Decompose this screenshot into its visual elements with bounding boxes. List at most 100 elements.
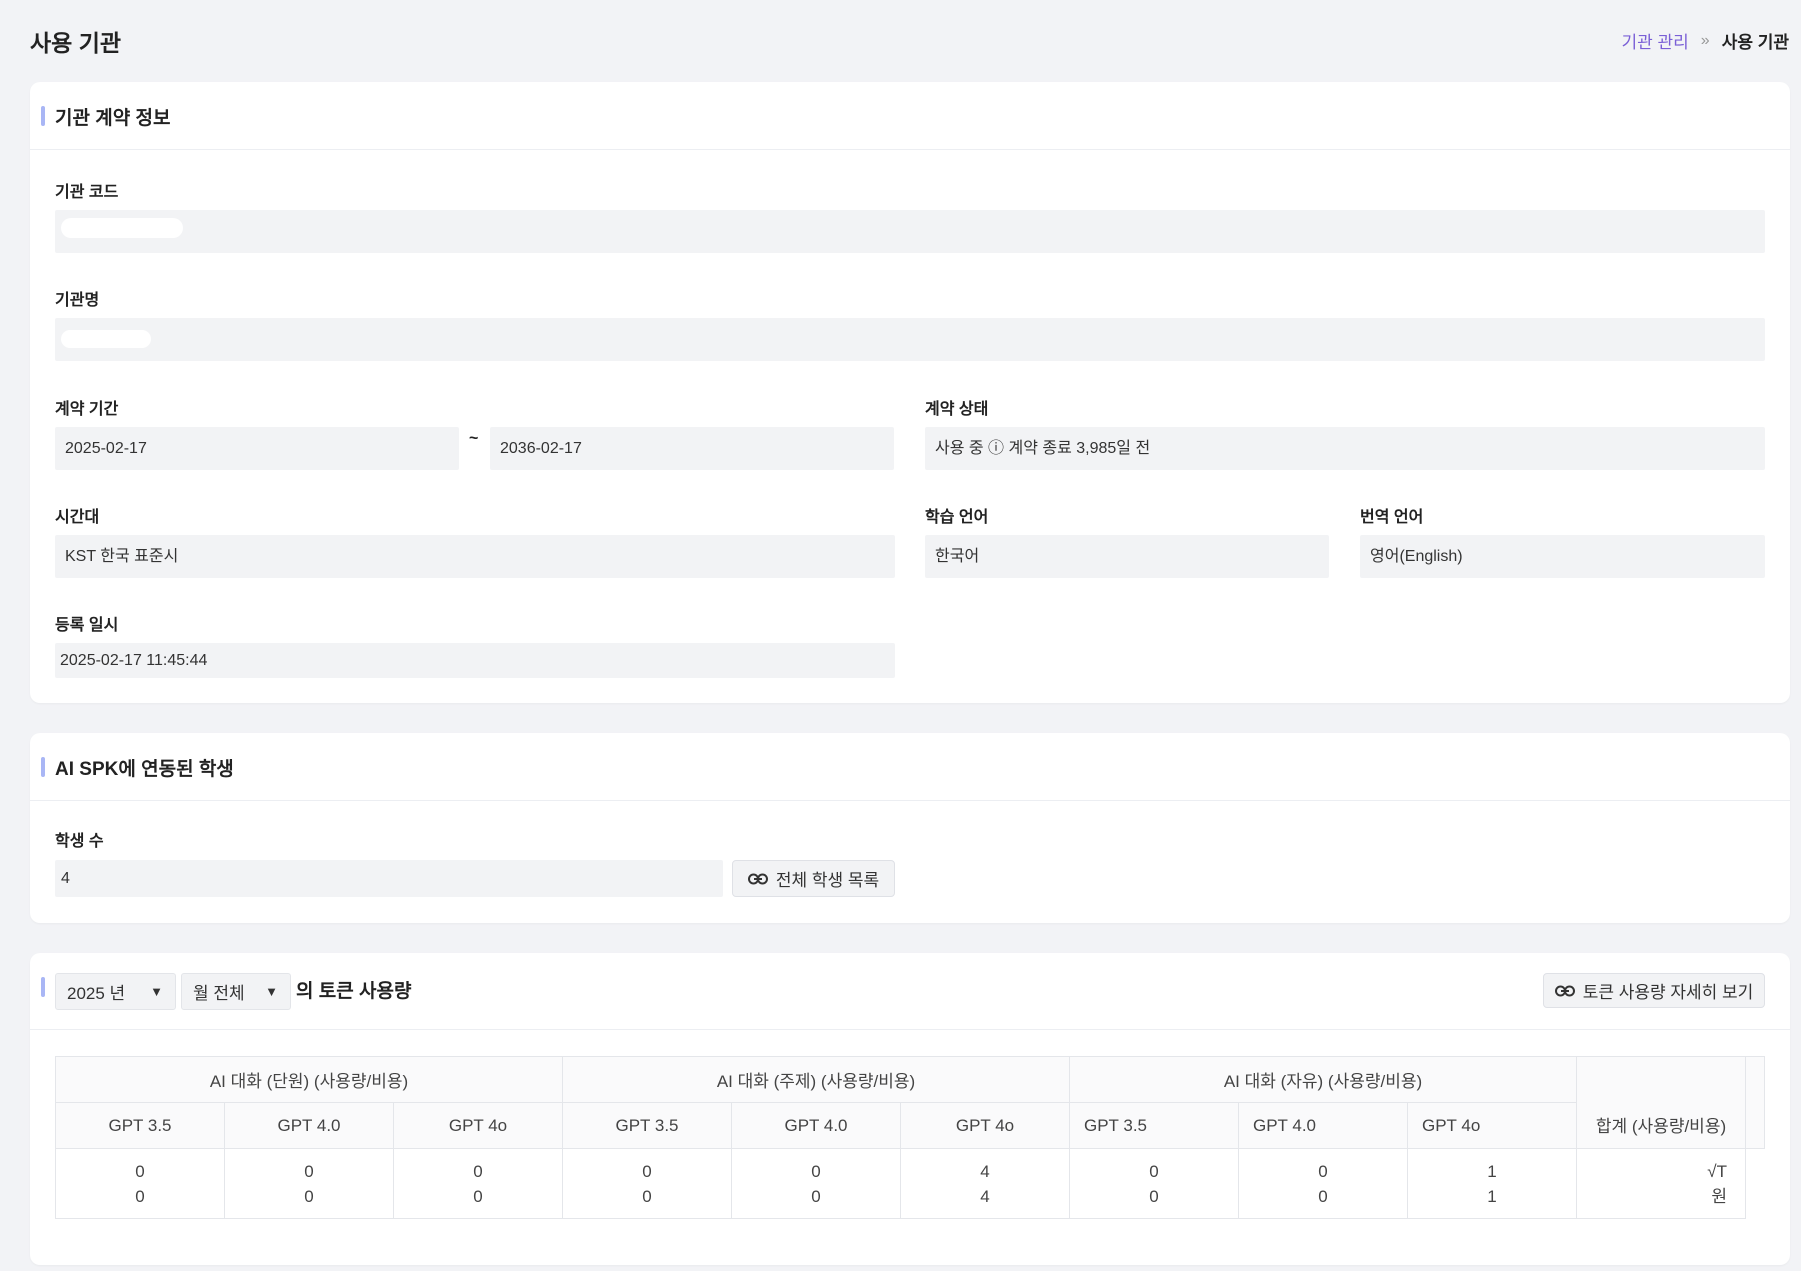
usage-value: 1 <box>1487 1161 1497 1181</box>
breadcrumb-separator: » <box>1700 31 1710 49</box>
cost-value: 4 <box>980 1186 990 1206</box>
cost-value: 0 <box>642 1186 652 1206</box>
total-usage-value: √T <box>1707 1161 1727 1181</box>
spacer-cell <box>1746 1149 1765 1219</box>
usage-cell: 00 <box>562 1148 732 1219</box>
all-students-list-label: 전체 학생 목록 <box>775 871 880 890</box>
section-accent-bar <box>41 977 45 997</box>
contract-status-field: 사용 중 ⓘ 계약 종료 3,985일 전 <box>925 427 1765 470</box>
contract-info-card: 기관 계약 정보 기관 코드 기관명 계약 기간 2025-02-17 ~ 20… <box>30 82 1790 703</box>
token-usage-card: 2025 년 ▼ 월 전체 ▼ 의 토큰 사용량 토큰 사용량 자세히 보기 A… <box>30 953 1790 1265</box>
contract-end-field: 2036-02-17 <box>490 427 894 470</box>
usage-value: 0 <box>642 1161 652 1181</box>
contract-start-field: 2025-02-17 <box>55 427 459 470</box>
contract-info-header: 기관 계약 정보 <box>30 82 1790 150</box>
usage-value: 4 <box>980 1161 990 1181</box>
column-header-total: 합계 (사용량/비용) <box>1576 1056 1746 1149</box>
month-select[interactable]: 월 전체 ▼ <box>181 973 291 1010</box>
learning-language-field: 한국어 <box>925 535 1329 578</box>
usage-value: 0 <box>1318 1161 1328 1181</box>
usage-cell: 00 <box>55 1148 225 1219</box>
cost-value: 1 <box>1487 1186 1497 1206</box>
section-accent-bar <box>41 106 45 126</box>
all-students-list-button[interactable]: 전체 학생 목록 <box>732 860 895 897</box>
table-header-row-groups: AI 대화 (단원) (사용량/비용) AI 대화 (주제) (사용량/비용) … <box>55 1056 1765 1149</box>
student-count-field: 4 <box>55 860 723 897</box>
usage-cell: 00 <box>1238 1148 1408 1219</box>
breadcrumb: 기관 관리 » 사용 기관 <box>1622 28 1790 53</box>
page: 사용 기관 기관 관리 » 사용 기관 기관 계약 정보 기관 코드 기관명 계… <box>0 0 1801 1271</box>
token-usage-detail-label: 토큰 사용량 자세히 보기 <box>1582 983 1754 1002</box>
usage-cell: 11 <box>1407 1148 1577 1219</box>
column-header-model: GPT 4.0 <box>224 1102 394 1149</box>
usage-cell: 00 <box>224 1148 394 1219</box>
column-spacer <box>1745 1056 1765 1149</box>
breadcrumb-current: 사용 기관 <box>1721 33 1789 52</box>
page-title: 사용 기관 <box>30 30 122 56</box>
table-row: 00 00 00 00 00 44 00 00 11 √T 원 <box>55 1148 1765 1219</box>
usage-cell: 00 <box>393 1148 563 1219</box>
table-header-row-models: GPT 3.5 GPT 4.0 GPT 4o GPT 3.5 GPT 4.0 G… <box>55 1102 1765 1149</box>
registered-at-label: 등록 일시 <box>55 617 119 634</box>
contract-period-separator: ~ <box>469 430 479 447</box>
chevron-down-icon: ▼ <box>150 984 163 999</box>
cost-value: 0 <box>135 1186 145 1206</box>
usage-cell: 44 <box>900 1148 1070 1219</box>
token-usage-detail-button[interactable]: 토큰 사용량 자세히 보기 <box>1543 973 1765 1008</box>
learning-language-label: 학습 언어 <box>925 509 989 526</box>
contract-info-title: 기관 계약 정보 <box>55 108 171 129</box>
cost-value: 0 <box>304 1186 314 1206</box>
cost-value: 0 <box>1149 1186 1159 1206</box>
usage-cell: 00 <box>731 1148 901 1219</box>
usage-cell: 00 <box>1069 1148 1239 1219</box>
column-header-model: GPT 4o <box>900 1102 1070 1149</box>
year-select[interactable]: 2025 년 ▼ <box>55 973 176 1010</box>
institution-name-label: 기관명 <box>55 292 100 309</box>
linked-students-header: AI SPK에 연동된 학생 <box>30 733 1790 801</box>
cost-value: 0 <box>811 1186 821 1206</box>
token-usage-table: AI 대화 (단원) (사용량/비용) AI 대화 (주제) (사용량/비용) … <box>55 1056 1765 1219</box>
registered-at-field: 2025-02-17 11:45:44 <box>55 643 895 678</box>
contract-period-label: 계약 기간 <box>55 401 119 418</box>
usage-value: 0 <box>304 1161 314 1181</box>
translation-language-field: 영어(English) <box>1360 535 1765 578</box>
total-cell: √T 원 <box>1576 1148 1746 1219</box>
column-header-model: GPT 4.0 <box>731 1102 901 1149</box>
column-header-model: GPT 3.5 <box>562 1102 732 1149</box>
institution-code-label: 기관 코드 <box>55 184 119 201</box>
cost-value: 0 <box>1318 1186 1328 1206</box>
usage-value: 0 <box>1149 1161 1159 1181</box>
usage-value: 0 <box>473 1161 483 1181</box>
usage-value: 0 <box>135 1161 145 1181</box>
section-accent-bar <box>41 757 45 777</box>
year-select-value: 2025 년 <box>67 984 126 1003</box>
breadcrumb-link-institution-management[interactable]: 기관 관리 <box>1622 28 1689 53</box>
column-header-model: GPT 4o <box>393 1102 563 1149</box>
month-select-value: 월 전체 <box>193 984 245 1003</box>
timezone-field: KST 한국 표준시 <box>55 535 895 578</box>
column-header-model: GPT 3.5 <box>55 1102 225 1149</box>
usage-value: 0 <box>811 1161 821 1181</box>
linked-students-card: AI SPK에 연동된 학생 학생 수 4 전체 학생 목록 <box>30 733 1790 923</box>
column-group-topic: AI 대화 (주제) (사용량/비용) <box>562 1056 1070 1103</box>
column-header-model: GPT 4o <box>1407 1102 1577 1149</box>
token-usage-title: 의 토큰 사용량 <box>296 981 412 1002</box>
token-usage-header: 2025 년 ▼ 월 전체 ▼ 의 토큰 사용량 토큰 사용량 자세히 보기 <box>30 953 1790 1030</box>
translation-language-label: 번역 언어 <box>1360 509 1424 526</box>
institution-code-field <box>55 210 1765 253</box>
contract-status-label: 계약 상태 <box>925 401 989 418</box>
column-group-unit: AI 대화 (단원) (사용량/비용) <box>55 1056 563 1103</box>
link-icon <box>1554 985 1575 996</box>
total-cost-value: 원 <box>1711 1186 1727 1206</box>
institution-name-field <box>55 318 1765 361</box>
column-header-model: GPT 3.5 <box>1069 1102 1239 1149</box>
chevron-down-icon: ▼ <box>265 984 278 999</box>
student-count-label: 학생 수 <box>55 833 104 850</box>
column-header-model: GPT 4.0 <box>1238 1102 1408 1149</box>
cost-value: 0 <box>473 1186 483 1206</box>
timezone-label: 시간대 <box>55 509 100 526</box>
column-group-free: AI 대화 (자유) (사용량/비용) <box>1069 1056 1577 1103</box>
linked-students-title: AI SPK에 연동된 학생 <box>55 759 234 780</box>
link-icon <box>747 873 768 884</box>
redacted-value <box>61 330 151 348</box>
